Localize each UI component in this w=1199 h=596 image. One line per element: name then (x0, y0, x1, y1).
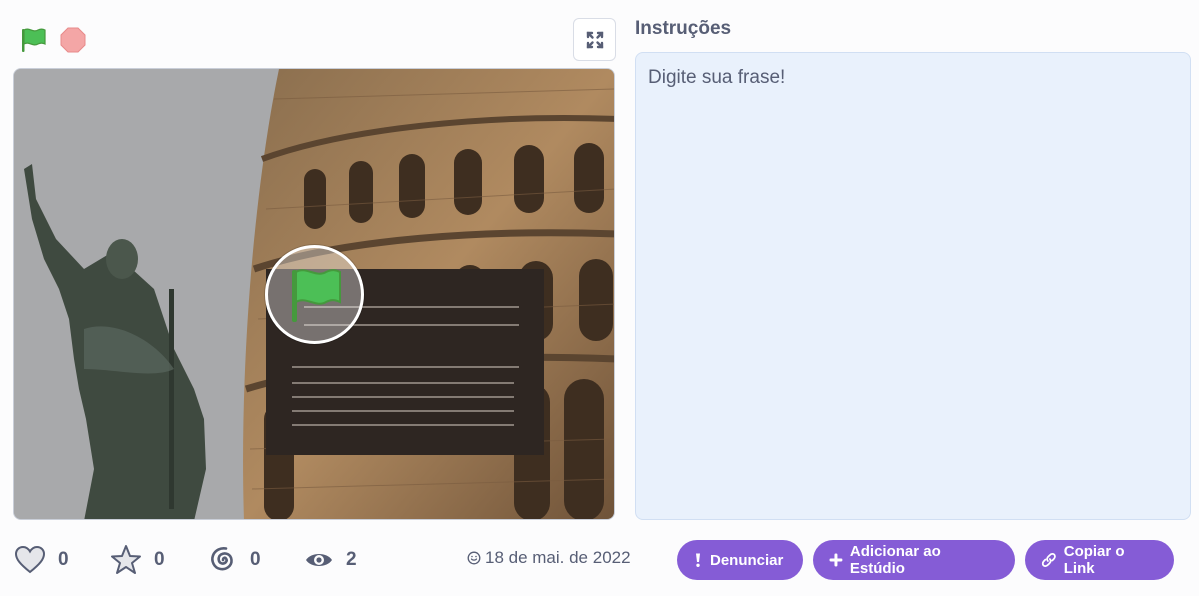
remix-icon (211, 546, 233, 571)
report-icon (696, 553, 700, 567)
star-icon (111, 545, 141, 574)
eye-icon (306, 554, 332, 566)
love-stat[interactable]: 0 (14, 540, 69, 580)
fullscreen-button[interactable] (573, 18, 616, 61)
add-to-studio-button[interactable]: Adicionar ao Estúdio (813, 540, 1015, 580)
project-stage[interactable] (13, 68, 615, 520)
share-date: 18 de mai. de 2022 (467, 548, 631, 568)
green-flag-icon (291, 268, 341, 322)
share-date-text: 18 de mai. de 2022 (485, 548, 631, 567)
copy-link-label: Copiar o Link (1063, 543, 1125, 577)
green-flag-icon (22, 28, 46, 52)
favorite-stat[interactable]: 0 (110, 540, 165, 580)
favorite-count: 0 (154, 549, 165, 570)
link-icon (1041, 553, 1056, 567)
love-count: 0 (58, 549, 69, 570)
fullscreen-icon (586, 31, 603, 48)
plus-icon (829, 553, 843, 567)
project-page: Instruções Digite sua frase! 0 0 0 2 18 … (0, 0, 1199, 596)
remix-count: 0 (250, 549, 261, 570)
instructions-panel: Digite sua frase! (635, 52, 1191, 520)
views-stat: 2 (304, 540, 357, 580)
instructions-title: Instruções (635, 18, 732, 39)
green-flag-button[interactable] (18, 26, 48, 54)
add-to-studio-label: Adicionar ao Estúdio (849, 543, 941, 577)
date-icon (467, 551, 481, 565)
stop-button[interactable] (60, 27, 86, 53)
report-label: Denunciar (710, 551, 784, 569)
report-button[interactable]: Denunciar (677, 540, 803, 580)
green-flag-overlay-button[interactable] (265, 245, 364, 344)
instructions-text: Digite sua frase! (648, 67, 786, 88)
copy-link-button[interactable]: Copiar o Link (1025, 540, 1174, 580)
stop-icon (60, 27, 86, 53)
views-count: 2 (346, 549, 357, 570)
remix-stat: 0 (208, 540, 261, 580)
player-controls (14, 18, 616, 62)
heart-icon (14, 545, 46, 574)
